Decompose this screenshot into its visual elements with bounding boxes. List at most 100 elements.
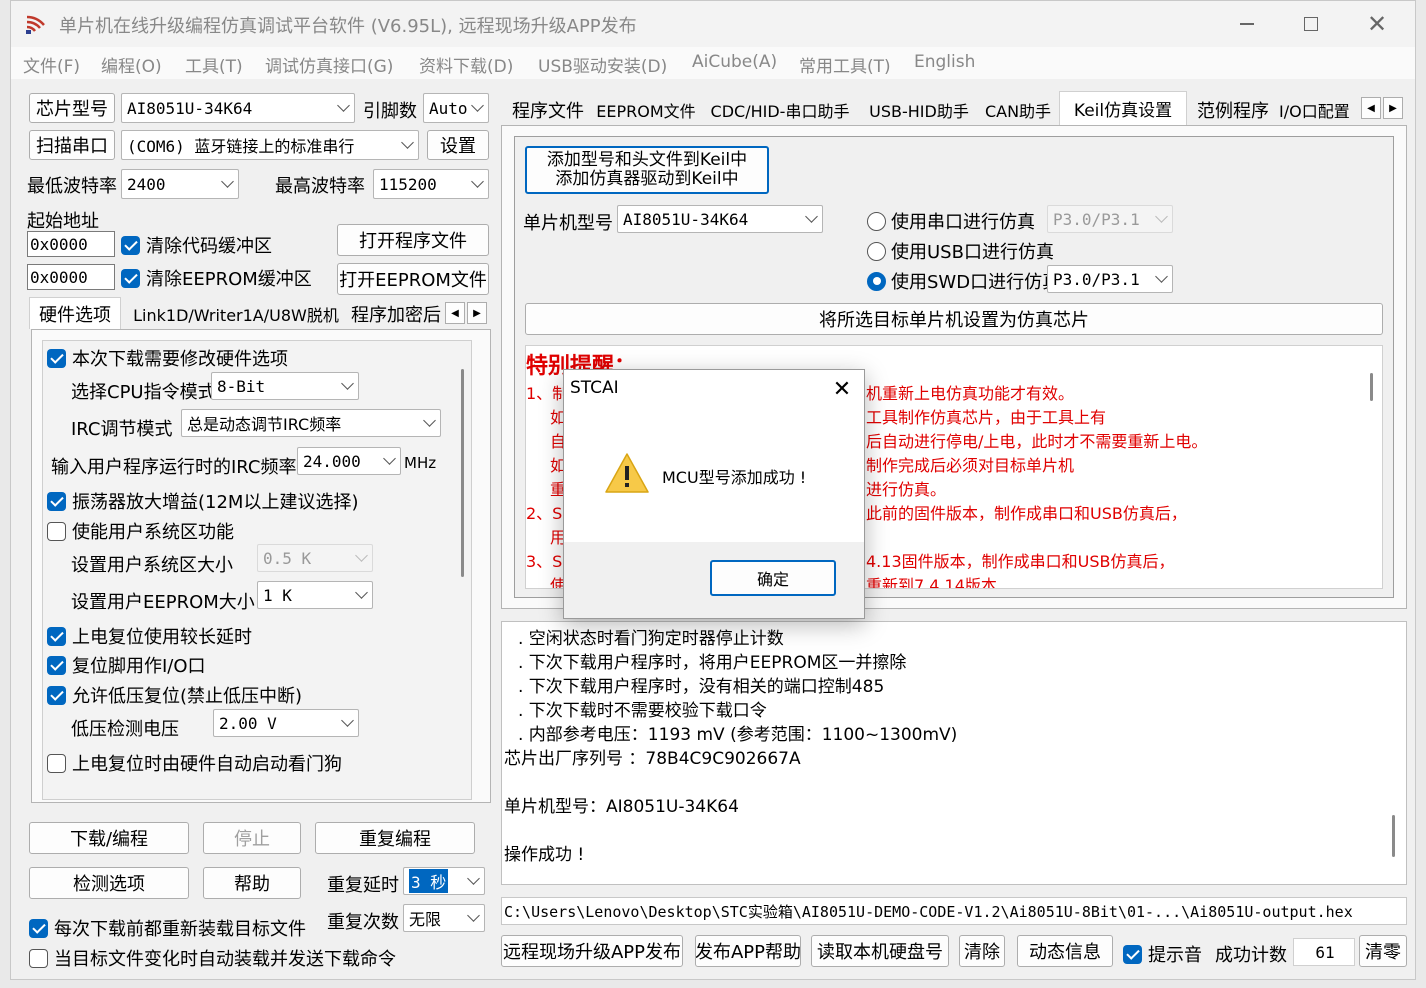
reload-target-checkbox[interactable]: 每次下载前都重新装载目标文件 — [29, 915, 306, 941]
minimize-button[interactable] — [1215, 1, 1279, 47]
menu-tools[interactable]: 工具(T) — [185, 52, 243, 77]
tab-can[interactable]: CAN助手 — [979, 95, 1057, 125]
check-options-button[interactable]: 检测选项 — [29, 867, 189, 899]
tab-keil-simulation[interactable]: Keil仿真设置 — [1059, 91, 1187, 125]
tab-program-file[interactable]: 程序文件 — [505, 95, 591, 125]
usb-sim-radio[interactable]: 使用USB口进行仿真 — [867, 238, 1054, 264]
sound-checkbox[interactable]: 提示音 — [1123, 941, 1202, 967]
dialog-close-button[interactable]: ✕ — [820, 370, 864, 408]
dynamic-info-button[interactable]: 动态信息 — [1017, 935, 1113, 967]
tab-encryption[interactable]: 程序加密后 — [351, 299, 443, 329]
publish-app-button[interactable]: 远程现场升级APP发布 — [501, 935, 683, 967]
auto-load-checkbox[interactable]: 当目标文件变化时自动装载并发送下载命令 — [29, 945, 396, 971]
menu-debug[interactable]: 调试仿真接口(G) — [265, 52, 393, 77]
cpu-mode-select[interactable]: 8-Bit — [211, 372, 359, 400]
irc-freq-select[interactable]: 24.000 — [297, 447, 401, 475]
tab-scroll-right-button[interactable]: ▶ — [467, 302, 487, 324]
log-output: . 空闲状态时看门狗定时器停止计数 . 下次下载用户程序时，将用户EEPROM区… — [501, 621, 1407, 885]
scan-port-button[interactable]: 扫描串口 — [29, 130, 115, 160]
eeprom-address-input[interactable]: 0x0000 — [27, 264, 115, 290]
open-program-file-button[interactable]: 打开程序文件 — [337, 224, 489, 256]
dialog-ok-button[interactable]: 确定 — [710, 560, 836, 596]
add-to-keil-button[interactable]: 添加型号和头文件到Keil中 添加仿真器驱动到Keil中 — [525, 146, 769, 194]
serial-pins-select[interactable]: P3.0/P3.1 — [1047, 205, 1173, 233]
success-count-label: 成功计数 — [1215, 945, 1287, 966]
irc-freq-label: 输入用户程序运行时的IRC频率 — [51, 457, 297, 478]
serial-sim-label: 使用串口进行仿真 — [891, 212, 1035, 233]
tab-cdc-serial[interactable]: CDC/HID-串口助手 — [701, 95, 859, 125]
checkbox-unchecked-icon — [29, 948, 48, 968]
clear-log-button[interactable]: 清除 — [959, 935, 1005, 967]
menu-aicube[interactable]: AiCube(A) — [692, 52, 777, 72]
hardware-options-scrollbar[interactable] — [461, 369, 464, 577]
chip-model-select[interactable]: AI8051U-34K64 — [121, 93, 355, 123]
pin-count-select[interactable]: Auto — [423, 93, 489, 123]
sys-size-label: 设置用户系统区大小 — [71, 555, 233, 576]
irc-mode-select[interactable]: 总是动态调节IRC频率 — [181, 409, 441, 437]
notice-right-2: 工具制作仿真芯片，由于工具上有 — [866, 408, 1107, 427]
maximize-button[interactable] — [1279, 1, 1343, 47]
eeprom-size-select[interactable]: 1 K — [257, 581, 373, 609]
max-baud-select[interactable]: 115200 — [373, 169, 489, 199]
right-tab-scroll-left-button[interactable]: ◀ — [1361, 97, 1381, 119]
reset-count-button[interactable]: 清零 — [1359, 935, 1407, 967]
stop-button[interactable]: 停止 — [203, 822, 301, 854]
close-button[interactable]: ✕ — [1345, 1, 1409, 47]
modify-hw-checkbox[interactable]: 本次下载需要修改硬件选项 — [47, 345, 288, 371]
open-eeprom-file-button[interactable]: 打开EEPROM文件 — [337, 263, 489, 295]
chevron-down-icon — [401, 136, 414, 149]
port-settings-button[interactable]: 设置 — [427, 130, 489, 160]
target-file-path[interactable]: C:\Users\Lenovo\Desktop\STC实验箱\AI8051U-D… — [501, 897, 1407, 925]
notice-scrollbar[interactable] — [1370, 373, 1373, 401]
min-baud-select[interactable]: 2400 — [121, 169, 239, 199]
right-tab-scroll-right-button[interactable]: ▶ — [1383, 97, 1403, 119]
tab-hardware-options[interactable]: 硬件选项 — [29, 297, 121, 329]
set-sim-chip-button[interactable]: 将所选目标单片机设置为仿真芯片 — [525, 303, 1383, 335]
lvd-select[interactable]: 2.00 V — [213, 709, 359, 737]
osc-gain-checkbox[interactable]: 振荡器放大增益(12M以上建议选择) — [47, 488, 358, 514]
read-disk-id-button[interactable]: 读取本机硬盘号 — [811, 935, 949, 967]
log-line-3: . 下次下载用户程序时，没有相关的端口控制485 — [518, 677, 885, 697]
clear-eeprom-checkbox[interactable]: 清除EEPROM缓冲区 — [121, 265, 312, 291]
clear-code-checkbox[interactable]: 清除代码缓冲区 — [121, 232, 272, 258]
menu-bar: 文件(F) 编程(O) 工具(T) 调试仿真接口(G) 资料下载(D) USB驱… — [11, 47, 1415, 79]
repeat-count-select[interactable]: 无限 — [403, 904, 485, 932]
menu-file[interactable]: 文件(F) — [23, 52, 80, 77]
repeat-delay-select[interactable]: 3 秒 — [403, 867, 485, 895]
publish-help-button[interactable]: 发布APP帮助 — [695, 935, 801, 967]
reset-io-label: 复位脚用作I/O口 — [72, 656, 206, 677]
tab-link1d-offline[interactable]: Link1D/Writer1A/U8W脱机 — [125, 299, 347, 329]
menu-english[interactable]: English — [914, 52, 975, 72]
swd-sim-radio[interactable]: 使用SWD口进行仿真 — [867, 268, 1060, 294]
reset-io-checkbox[interactable]: 复位脚用作I/O口 — [47, 652, 206, 678]
log-scrollbar[interactable] — [1392, 815, 1395, 857]
repeat-program-button[interactable]: 重复编程 — [315, 822, 475, 854]
auto-watchdog-checkbox[interactable]: 上电复位时由硬件自动启动看门狗 — [47, 750, 342, 776]
checkbox-unchecked-icon — [47, 753, 66, 773]
chip-model-button[interactable]: 芯片型号 — [29, 93, 115, 123]
menu-common-tools[interactable]: 常用工具(T) — [799, 52, 891, 77]
long-reset-checkbox[interactable]: 上电复位使用较长延时 — [47, 623, 252, 649]
mcu-model-select[interactable]: AI8051U-34K64 — [617, 205, 823, 233]
tab-usb-hid[interactable]: USB-HID助手 — [863, 95, 975, 125]
low-voltage-reset-checkbox[interactable]: 允许低压复位(禁止低压中断) — [47, 682, 302, 708]
user-system-area-checkbox[interactable]: 使能用户系统区功能 — [47, 518, 234, 544]
tab-eeprom-file[interactable]: EEPROM文件 — [595, 95, 697, 125]
swd-pins-select[interactable]: P3.0/P3.1 — [1047, 265, 1173, 293]
download-program-button[interactable]: 下载/编程 — [29, 822, 189, 854]
sys-size-select[interactable]: 0.5 K — [257, 544, 373, 572]
long-reset-label: 上电复位使用较长延时 — [72, 627, 252, 648]
menu-download[interactable]: 资料下载(D) — [419, 52, 513, 77]
com-port-select[interactable]: (COM6) 蓝牙链接上的标准串行 — [121, 130, 419, 160]
mcu-model-label: 单片机型号 — [523, 213, 613, 234]
chevron-down-icon — [423, 414, 436, 427]
help-button[interactable]: 帮助 — [203, 867, 301, 899]
serial-sim-radio[interactable]: 使用串口进行仿真 — [867, 208, 1035, 234]
checkbox-checked-icon — [47, 685, 66, 705]
menu-program[interactable]: 编程(O) — [101, 52, 162, 77]
code-address-input[interactable]: 0x0000 — [27, 231, 115, 257]
tab-scroll-left-button[interactable]: ◀ — [445, 302, 465, 324]
menu-usb-driver[interactable]: USB驱动安装(D) — [538, 52, 667, 77]
tab-io-config[interactable]: I/O口配置 — [1279, 95, 1359, 125]
tab-examples[interactable]: 范例程序 — [1189, 95, 1277, 125]
